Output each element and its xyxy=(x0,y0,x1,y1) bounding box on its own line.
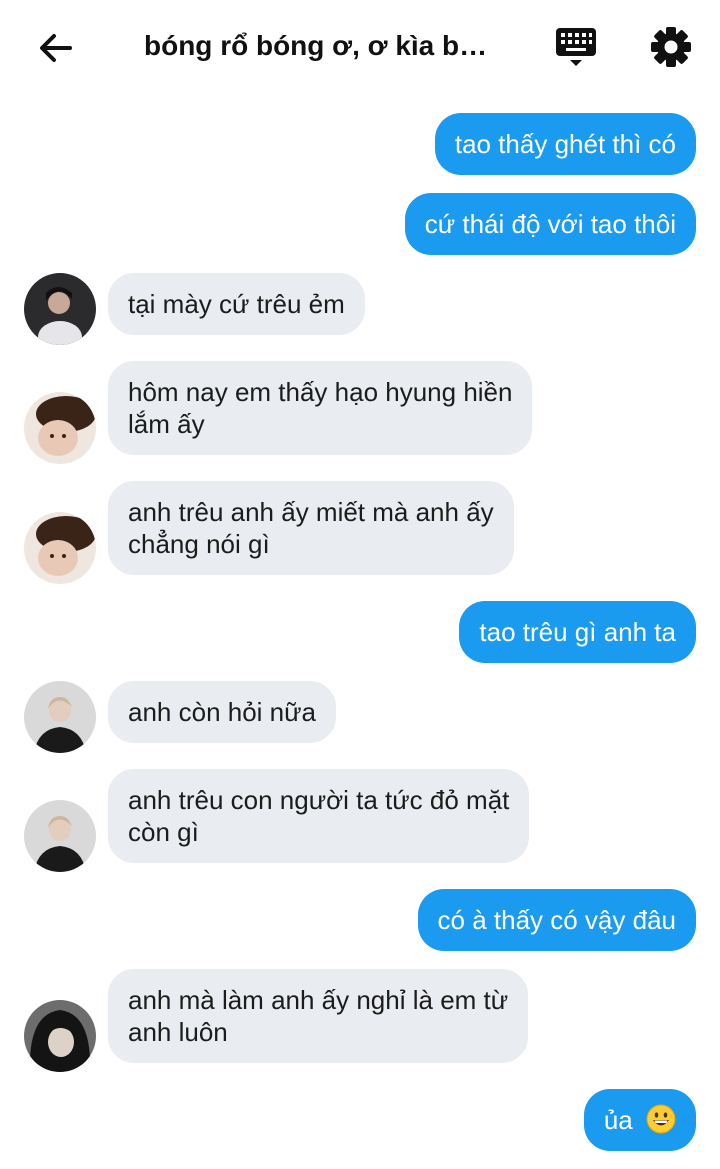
sent-message[interactable]: ủa xyxy=(583,1089,696,1151)
received-message[interactable]: anh trêu anh ấy miết mà anh ấy chẳng nói… xyxy=(108,481,514,575)
sent-message[interactable]: tao trêu gì anh ta xyxy=(459,601,696,663)
received-message[interactable]: hôm nay em thấy hạo hyung hiền lắm ấy xyxy=(108,361,533,455)
avatar[interactable] xyxy=(24,1000,96,1072)
avatar[interactable] xyxy=(24,512,96,584)
received-message[interactable]: anh trêu con người ta tức đỏ mặt còn gì xyxy=(108,769,530,863)
avatar[interactable] xyxy=(24,273,96,345)
keyboard-icon xyxy=(556,28,596,66)
gear-icon xyxy=(651,27,691,67)
avatar[interactable] xyxy=(24,392,96,464)
avatar[interactable] xyxy=(24,681,96,753)
received-message[interactable]: anh mà làm anh ấy nghỉ là em từ anh luôn xyxy=(108,969,529,1063)
keyboard-button[interactable] xyxy=(552,24,600,72)
sent-message[interactable]: có à thấy có vậy đâu xyxy=(417,889,696,951)
received-message[interactable]: tại mày cứ trêu ẻm xyxy=(108,273,365,335)
sent-message[interactable]: cứ thái độ với tao thôi xyxy=(404,193,696,255)
settings-button[interactable] xyxy=(648,24,694,70)
received-message[interactable]: anh còn hỏi nữa xyxy=(108,681,336,743)
back-arrow-icon xyxy=(40,34,72,62)
chat-header: bóng rổ bóng ơ, ơ kìa b… xyxy=(0,0,720,92)
back-button[interactable] xyxy=(36,28,76,68)
grinning-face-emoji xyxy=(646,1104,676,1134)
message-list[interactable]: tao thấy ghét thì có cứ thái độ với tao … xyxy=(0,92,720,1169)
avatar[interactable] xyxy=(24,800,96,872)
sent-message[interactable]: tao thấy ghét thì có xyxy=(434,113,696,175)
chat-title[interactable]: bóng rổ bóng ơ, ơ kìa b… xyxy=(144,24,524,68)
